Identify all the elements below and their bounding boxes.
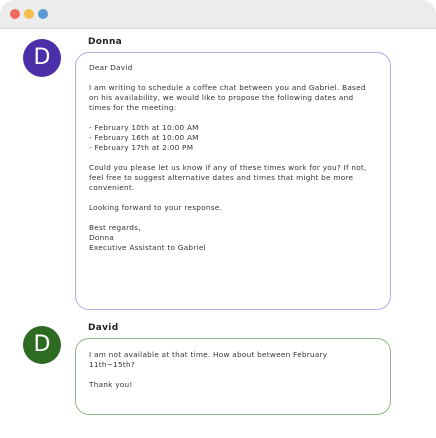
- message-paragraph: I am writing to schedule a coffee chat b…: [89, 83, 366, 112]
- chat-window: D Donna Dear David I am writing to sched…: [0, 0, 436, 438]
- message-paragraph: I am not available at that time. How abo…: [89, 350, 328, 369]
- avatar: D: [23, 326, 61, 364]
- sender-name: David: [88, 323, 119, 333]
- message-paragraph: Thank you!: [89, 380, 133, 389]
- message-bubble: Dear David I am writing to schedule a co…: [75, 52, 391, 310]
- zoom-window-button[interactable]: [38, 9, 48, 19]
- title-bar: [0, 0, 436, 29]
- message-paragraph: Could you please let us know if any of t…: [89, 163, 367, 192]
- avatar: D: [23, 39, 61, 77]
- minimize-window-button[interactable]: [24, 9, 34, 19]
- message-paragraph: Dear David: [89, 63, 133, 72]
- message-bubble: I am not available at that time. How abo…: [75, 338, 391, 415]
- message-paragraph: Looking forward to your response.: [89, 203, 223, 212]
- message-paragraph: Best regards, Donna Executive Assistant …: [89, 223, 206, 252]
- close-window-button[interactable]: [10, 9, 20, 19]
- sender-name: Donna: [88, 37, 123, 47]
- message-paragraph: - February 10th at 10:00 AM - February 1…: [89, 123, 199, 152]
